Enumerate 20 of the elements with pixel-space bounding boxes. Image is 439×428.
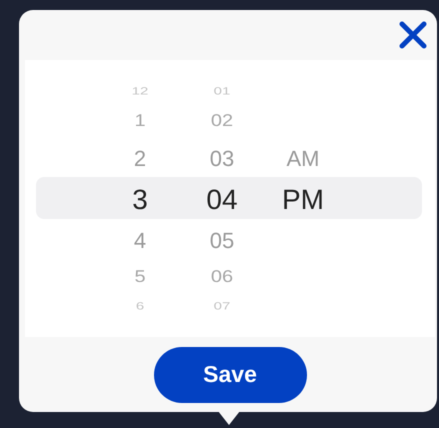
picker-option[interactable]: PM: [282, 184, 324, 216]
picker-option[interactable]: 5: [134, 268, 146, 288]
picker-option[interactable]: 3: [132, 184, 148, 216]
picker-option[interactable]: 05: [210, 228, 234, 254]
picker-option[interactable]: 07: [214, 300, 230, 312]
save-button[interactable]: Save: [154, 346, 306, 402]
picker-option[interactable]: 06: [210, 268, 234, 288]
picker-option[interactable]: 2: [134, 146, 146, 172]
picker-option[interactable]: 12: [132, 85, 148, 97]
picker-option[interactable]: 1: [134, 112, 146, 132]
picker-option[interactable]: 6: [136, 300, 144, 312]
picker-option[interactable]: 04: [206, 184, 238, 216]
time-picker[interactable]: 12 1 2 3 4 5 6 01 02 03 04 05 06 07 AM PM: [25, 60, 435, 337]
picker-option[interactable]: 02: [210, 112, 234, 132]
close-icon: [398, 20, 428, 50]
close-button[interactable]: [397, 19, 429, 51]
picker-option[interactable]: 03: [210, 146, 234, 172]
picker-option[interactable]: 01: [214, 85, 230, 97]
picker-option[interactable]: 4: [134, 228, 146, 254]
picker-option[interactable]: AM: [286, 146, 320, 172]
